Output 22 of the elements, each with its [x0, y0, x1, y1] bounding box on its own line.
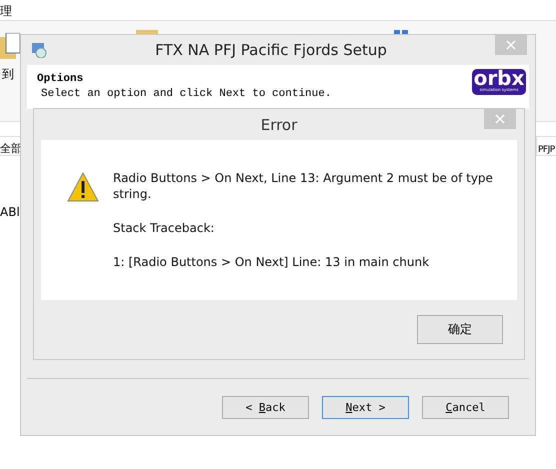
close-button[interactable]	[484, 109, 516, 129]
close-icon	[495, 114, 505, 124]
traceback-line: 1: [Radio Buttons > On Next] Line: 13 in main chunk	[113, 254, 430, 270]
window-title: FTX NA PFJ Pacific Fjords Setup	[154, 41, 388, 59]
ribbon-label[interactable]: 到	[2, 66, 14, 83]
menu-tab[interactable]: 理	[0, 4, 12, 18]
ok-button[interactable]: 确定	[417, 315, 503, 344]
header-title: Options	[37, 73, 84, 85]
nav-button[interactable]: < Back	[222, 396, 309, 418]
dialog-title: Error	[260, 116, 298, 134]
header-subtitle: Select an option and click Next to continue.	[41, 88, 332, 100]
error-message: Radio Buttons > On Next, Line 13: Argument 2 must be of type string.	[113, 170, 494, 202]
nav-button[interactable]: Next >	[322, 396, 409, 418]
nav-button[interactable]: Cancel	[422, 396, 509, 418]
installer-icon	[31, 42, 47, 58]
file-item[interactable]: ABl	[0, 205, 20, 219]
close-icon	[506, 40, 516, 50]
warning-icon	[67, 172, 99, 202]
folder-icon[interactable]	[136, 30, 158, 34]
close-button[interactable]	[495, 35, 527, 55]
select-all-icon[interactable]	[394, 30, 408, 34]
traceback-title: Stack Traceback:	[113, 220, 216, 236]
